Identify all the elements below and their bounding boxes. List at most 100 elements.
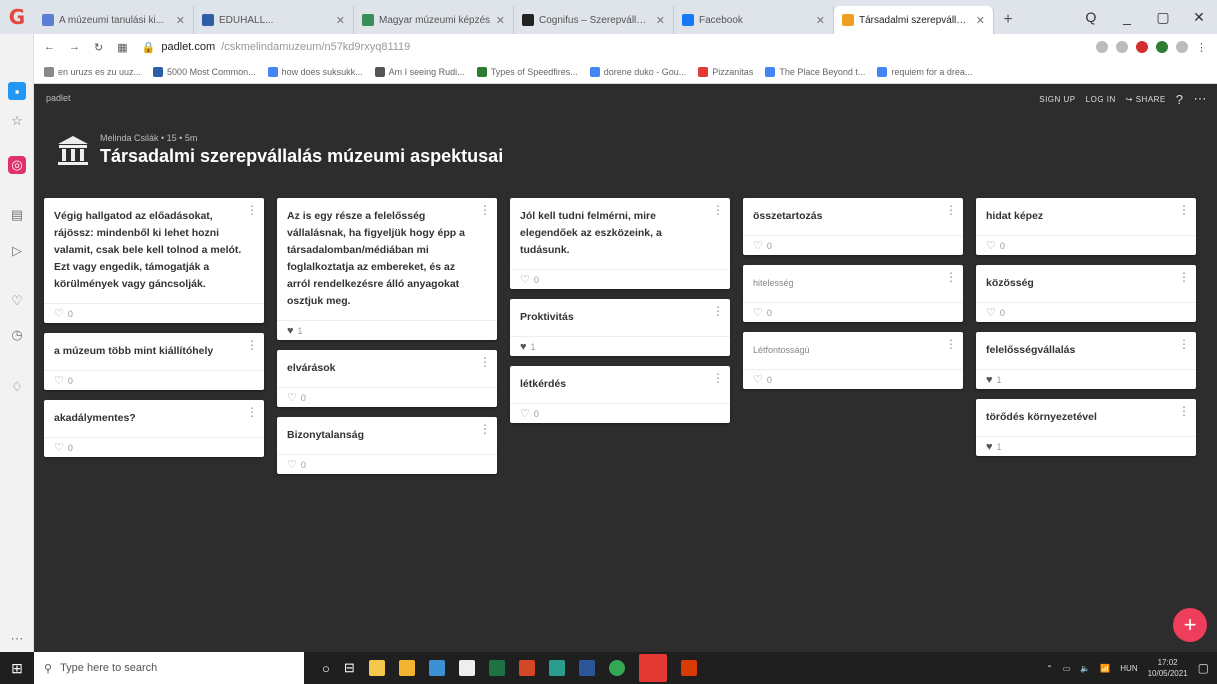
store-icon[interactable]	[398, 660, 415, 676]
post-card[interactable]: elvárások ⋮ ♡ 0	[277, 350, 497, 407]
browser-tab[interactable]: EDUHALL... ✕	[194, 6, 354, 34]
post-menu-icon[interactable]: ⋮	[1178, 338, 1190, 350]
reload-icon[interactable]: ↻	[94, 41, 103, 54]
post-menu-icon[interactable]: ⋮	[1178, 271, 1190, 283]
office-icon[interactable]	[680, 660, 697, 676]
clock-icon[interactable]: ◷	[8, 326, 26, 344]
like-heart-icon[interactable]: ♡	[54, 374, 64, 387]
like-heart-icon[interactable]: ♡	[54, 441, 64, 454]
bookmark-item[interactable]: Am I seeing Rudi...	[374, 66, 465, 77]
post-card[interactable]: Jól kell tudni felmérni, mire elegendőek…	[510, 198, 730, 289]
post-menu-icon[interactable]: ⋮	[246, 204, 258, 216]
bookmark-item[interactable]: Types of Speedfires...	[476, 66, 578, 77]
post-menu-icon[interactable]: ⋮	[712, 372, 724, 384]
post-card[interactable]: összetartozás ⋮ ♡ 0	[743, 198, 963, 255]
grid-icon[interactable]: ▤	[8, 206, 26, 224]
notifications-icon[interactable]: ▢	[1198, 661, 1209, 675]
bookmark-item[interactable]: Pizzanitas	[698, 66, 753, 77]
close-window-button[interactable]: ✕	[1181, 9, 1217, 26]
clock[interactable]: 17:02 10/05/2021	[1148, 657, 1188, 679]
post-card[interactable]: Létfontosságú ⋮ ♡ 0	[743, 332, 963, 389]
post-card[interactable]: közösség ⋮ ♡ 0	[976, 265, 1196, 322]
post-card[interactable]: a múzeum több mint kiállítóhely ⋮ ♡ 0	[44, 333, 264, 390]
post-card[interactable]: hidat képez ⋮ ♡ 0	[976, 198, 1196, 255]
browser-tab[interactable]: Cognifus – Szerepvállalás ✕	[514, 6, 674, 34]
post-card[interactable]: Proktivitás ⋮ ♥ 1	[510, 299, 730, 356]
post-menu-icon[interactable]: ⋮	[479, 356, 491, 368]
bookmark-item[interactable]: dorene duko - Gou...	[589, 66, 686, 77]
like-heart-icon[interactable]: ♥	[287, 325, 294, 337]
bookmark-item[interactable]: The Place Beyond t...	[765, 66, 865, 77]
post-menu-icon[interactable]: ⋮	[479, 204, 491, 216]
bookmark-item[interactable]: en uruzs es zu uuz...	[44, 66, 141, 77]
post-menu-icon[interactable]: ⋮	[945, 338, 957, 350]
bookmark-item[interactable]: requiem for a drea...	[877, 66, 972, 77]
url-field[interactable]: 🔒 padlet.com /cskmelindamuzeum/n57kd9rxy…	[142, 37, 1082, 57]
post-card[interactable]: létkérdés ⋮ ♡ 0	[510, 366, 730, 423]
more-options-icon[interactable]: ⋯	[1194, 91, 1208, 107]
like-heart-icon[interactable]: ♡	[986, 306, 996, 319]
like-heart-icon[interactable]: ♡	[986, 239, 996, 252]
close-tab-icon[interactable]: ✕	[976, 14, 985, 27]
like-heart-icon[interactable]: ♡	[520, 407, 530, 420]
post-card[interactable]: Végig hallgatod az előadásokat, rájössz:…	[44, 198, 264, 323]
help-icon[interactable]: ?	[1176, 92, 1184, 107]
like-heart-icon[interactable]: ♥	[986, 374, 993, 386]
new-tab-button[interactable]: +	[994, 6, 1022, 34]
windows-start-icon[interactable]: ⊞	[0, 660, 34, 677]
publisher-icon[interactable]	[548, 660, 565, 676]
messenger-icon[interactable]: ▪	[8, 82, 26, 100]
close-tab-icon[interactable]: ✕	[816, 14, 825, 27]
chevron-up-icon[interactable]: ⌃	[1046, 664, 1053, 673]
volume-icon[interactable]: 🔈	[1080, 664, 1090, 673]
post-menu-icon[interactable]: ⋮	[1178, 405, 1190, 417]
post-menu-icon[interactable]: ⋮	[246, 339, 258, 351]
post-menu-icon[interactable]: ⋮	[479, 423, 491, 435]
padlet-brand[interactable]: padlet	[46, 93, 71, 103]
post-card[interactable]: hitelesség ⋮ ♡ 0	[743, 265, 963, 322]
post-menu-icon[interactable]: ⋮	[945, 271, 957, 283]
edge-icon[interactable]	[428, 660, 445, 676]
browser-tab[interactable]: Társadalmi szerepvállalás ✕	[834, 6, 994, 34]
browser-tab[interactable]: Magyar múzeumi képzés ✕	[354, 6, 514, 34]
heart-icon[interactable]: ♡	[8, 292, 26, 310]
lightbulb-icon[interactable]: ♢	[8, 378, 26, 396]
network-icon[interactable]: 📶	[1100, 664, 1110, 673]
like-heart-icon[interactable]: ♡	[753, 239, 763, 252]
extension-icon[interactable]	[1096, 41, 1108, 53]
instagram-icon[interactable]: ◎	[8, 156, 26, 174]
cortana-icon[interactable]: ○	[322, 661, 330, 676]
forward-icon[interactable]: →	[69, 41, 80, 53]
like-heart-icon[interactable]: ♡	[520, 273, 530, 286]
sign-up-button[interactable]: SIGN UP	[1039, 95, 1075, 104]
excel-icon[interactable]	[488, 660, 505, 676]
share-button[interactable]: ↪ SHARE	[1126, 95, 1166, 104]
extension-icon[interactable]	[1116, 41, 1128, 53]
like-heart-icon[interactable]: ♥	[986, 441, 993, 453]
menu-kebab-icon[interactable]: ⋮	[1196, 41, 1207, 54]
post-card[interactable]: akadálymentes? ⋮ ♡ 0	[44, 400, 264, 457]
like-heart-icon[interactable]: ♡	[287, 391, 297, 404]
post-card[interactable]: törődés környezetével ⋮ ♥ 1	[976, 399, 1196, 456]
language-indicator[interactable]: HUN	[1120, 664, 1137, 673]
extension-icon[interactable]	[1156, 41, 1168, 53]
file-explorer-icon[interactable]	[368, 660, 385, 676]
browser-tab[interactable]: A múzeumi tanulási ki... ✕	[34, 6, 194, 34]
browser-tab[interactable]: Facebook ✕	[674, 6, 834, 34]
close-tab-icon[interactable]: ✕	[496, 14, 505, 27]
powerpoint-icon[interactable]	[518, 660, 535, 676]
task-view-icon[interactable]: ⊟	[344, 660, 355, 676]
post-card[interactable]: felelősségvállalás ⋮ ♥ 1	[976, 332, 1196, 389]
post-menu-icon[interactable]: ⋮	[712, 204, 724, 216]
chrome-icon[interactable]	[608, 660, 625, 676]
like-heart-icon[interactable]: ♥	[520, 341, 527, 353]
post-menu-icon[interactable]: ⋮	[712, 305, 724, 317]
active-app-icon[interactable]	[638, 654, 667, 682]
bookmark-item[interactable]: 5000 Most Common...	[153, 66, 256, 77]
close-tab-icon[interactable]: ✕	[176, 14, 185, 27]
back-icon[interactable]: ←	[44, 41, 55, 53]
extension-icon[interactable]	[1136, 41, 1148, 53]
play-icon[interactable]: ▷	[8, 242, 26, 260]
bookmark-item[interactable]: how does suksukk...	[267, 66, 363, 77]
like-heart-icon[interactable]: ♡	[753, 306, 763, 319]
